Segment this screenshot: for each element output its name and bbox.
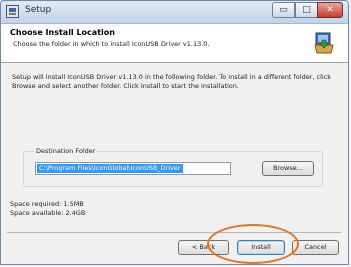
space-required: Space required: 1.5MB — [10, 200, 84, 208]
space-available: Space available: 2.4GB — [10, 209, 86, 217]
maximize-button[interactable]: □ — [295, 2, 318, 18]
setup-window: Setup ▭ □ ✕ Choose Install Location Choo… — [0, 0, 349, 265]
cancel-button[interactable]: Cancel — [292, 240, 339, 255]
destination-path-input[interactable]: C:\Program Files\IconGlobal\IconUSB_Driv… — [35, 162, 231, 175]
title-bar[interactable]: Setup ▭ □ ✕ — [1, 1, 348, 24]
back-button[interactable]: < Back — [178, 240, 229, 255]
destination-folder-label: Destination Folder — [34, 147, 98, 155]
install-description: Setup will install IconUSB Driver v1.13.… — [12, 73, 332, 90]
close-button[interactable]: ✕ — [317, 2, 343, 18]
page-subtitle: Choose the folder in which to install Ic… — [13, 40, 210, 48]
install-button[interactable]: Install — [237, 240, 285, 255]
minimize-button[interactable]: ▭ — [272, 2, 295, 18]
footer-divider — [7, 232, 341, 233]
installer-box-icon — [314, 32, 334, 54]
page-title: Choose Install Location — [10, 28, 115, 37]
page-header: Choose Install Location Choose the folde… — [1, 24, 348, 63]
destination-path-text: C:\Program Files\IconGlobal\IconUSB_Driv… — [37, 164, 183, 173]
browse-button[interactable]: Browse... — [262, 161, 314, 176]
setup-app-icon — [6, 5, 19, 18]
window-title: Setup — [25, 5, 52, 15]
